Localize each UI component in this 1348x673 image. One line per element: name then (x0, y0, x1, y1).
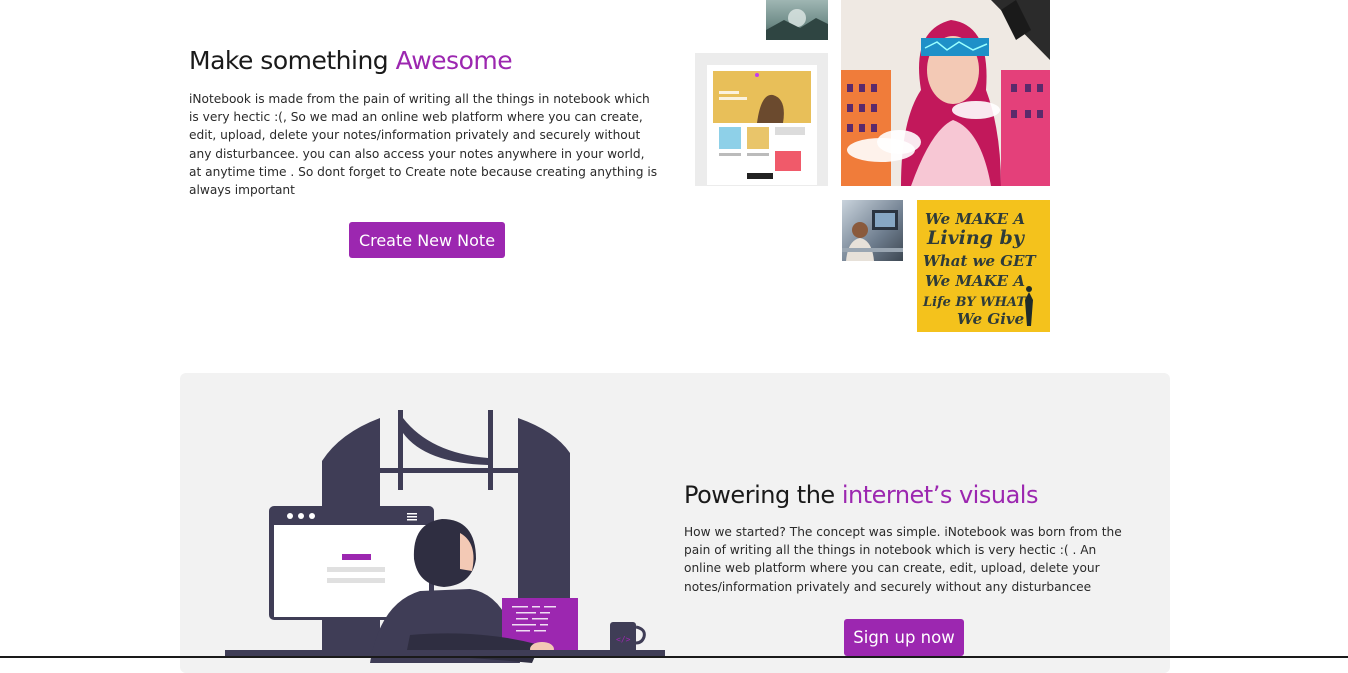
poster-line: Living by (926, 227, 1026, 249)
website-mockup-image (695, 53, 828, 186)
sign-up-button[interactable]: Sign up now (844, 619, 964, 656)
hero-description: iNotebook is made from the pain of writi… (189, 92, 658, 198)
svg-text:</>: </> (616, 635, 631, 644)
powering-title-prefix: Powering the (684, 481, 842, 509)
hero-title-prefix: Make something (189, 46, 396, 75)
create-new-note-button[interactable]: Create New Note (349, 222, 505, 258)
powering-title: Powering the internet’s visuals (684, 481, 1038, 509)
poster-line: Life BY WHAT (922, 295, 1027, 310)
powering-section: </> Powering the internet’s visuals How … (180, 373, 1170, 673)
powering-title-accent: internet’s visuals (841, 481, 1039, 509)
landscape-image (766, 0, 828, 40)
hero-title-accent: Awesome (395, 46, 513, 75)
poster-line: What we GET (923, 252, 1038, 270)
hero-title: Make something Awesome (189, 46, 513, 75)
powering-description: How we started? The concept was simple. … (684, 525, 1122, 594)
poster-line: We Give (957, 310, 1024, 328)
poster-line: We MAKE A (925, 210, 1025, 228)
developer-illustration: </> (225, 410, 665, 663)
typography-poster-image: We MAKE A Living by What we GET We MAKE … (917, 200, 1050, 332)
woman-collage-image (841, 0, 1050, 186)
poster-line: We MAKE A (925, 272, 1025, 290)
office-photo-image (842, 200, 903, 261)
